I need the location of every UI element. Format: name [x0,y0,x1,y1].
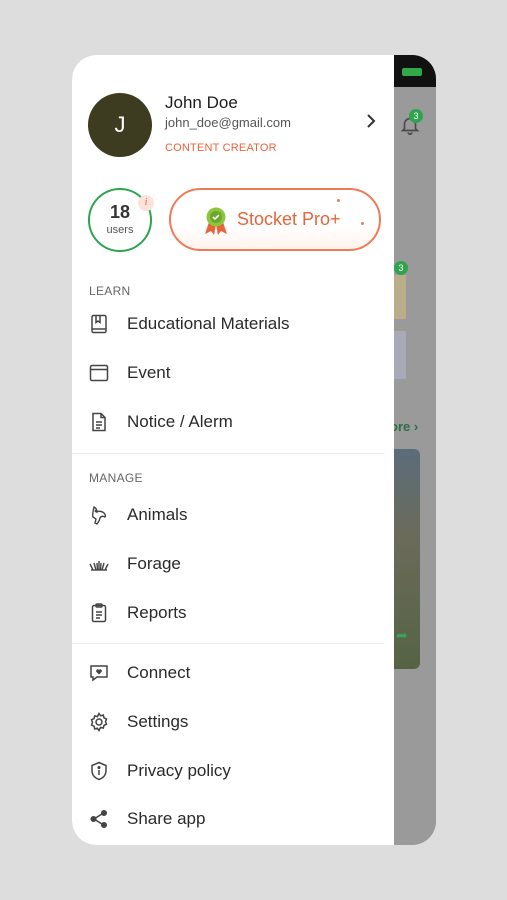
share-arrow-icon: ➦ [396,627,408,643]
menu-label: Share app [127,809,206,828]
pro-label: Stocket Pro+ [237,209,341,229]
divider [72,643,384,644]
menu-label: Connect [127,663,191,682]
user-name: John Doe [165,93,238,112]
menu-item-animals[interactable]: Animals [88,497,378,533]
stocket-pro-button[interactable]: Stocket Pro+ [169,188,381,251]
share-icon [90,809,108,829]
award-ribbon-icon [205,207,227,235]
menu-label: Forage [127,554,181,573]
menu-label: Animals [127,505,188,524]
navigation-drawer: J John Doe john_doe@gmail.com CONTENT CR… [72,55,394,845]
book-icon [91,314,107,334]
menu-item-educational-materials[interactable]: Educational Materials [88,306,378,342]
menu-label: Notice / Alerm [127,412,233,431]
decor-dot [361,222,364,225]
phone-frame: 3 3 ore › ➦ J John Doe john_doe@gmail.co… [72,55,436,845]
status-bar [394,55,436,87]
menu-item-share-app[interactable]: Share app [88,801,378,837]
menu-item-forage[interactable]: Forage [88,546,378,582]
section-learn: LEARN [89,284,131,298]
chat-heart-icon [90,665,108,682]
divider [72,453,384,454]
chevron-right-icon[interactable] [364,111,378,131]
menu-item-privacy-policy[interactable]: Privacy policy [88,753,378,789]
menu-item-settings[interactable]: Settings [88,704,378,740]
animal-icon [91,505,107,525]
gear-icon [90,712,108,732]
user-role: CONTENT CREATOR [165,142,277,154]
profile-header[interactable]: J John Doe john_doe@gmail.com CONTENT CR… [88,93,388,157]
users-label: users [106,224,134,236]
clipboard-icon [91,603,107,623]
menu-label: Privacy policy [127,761,231,780]
notification-badge: 3 [409,109,423,123]
info-icon[interactable]: i [138,195,154,211]
calendar-icon [89,364,109,382]
avatar: J [88,93,152,157]
user-email: john_doe@gmail.com [165,115,291,130]
decor-dot [337,199,340,202]
background-card [394,331,406,379]
section-manage: MANAGE [89,471,143,485]
menu-item-reports[interactable]: Reports [88,595,378,631]
background-app: 3 3 ore › ➦ [390,55,436,845]
battery-icon [402,68,422,76]
grass-icon [89,561,109,571]
count-badge: 3 [394,261,408,275]
shield-icon [91,761,107,781]
more-link[interactable]: ore › [390,419,418,434]
menu-label: Settings [127,712,189,731]
background-card [394,275,406,319]
menu-item-event[interactable]: Event [88,355,378,391]
menu-label: Educational Materials [127,314,290,333]
menu-item-notice[interactable]: Notice / Alerm [88,404,378,440]
menu-item-connect[interactable]: Connect [88,655,378,691]
menu-label: Event [127,363,171,382]
document-icon [92,412,106,432]
menu-label: Reports [127,603,187,622]
